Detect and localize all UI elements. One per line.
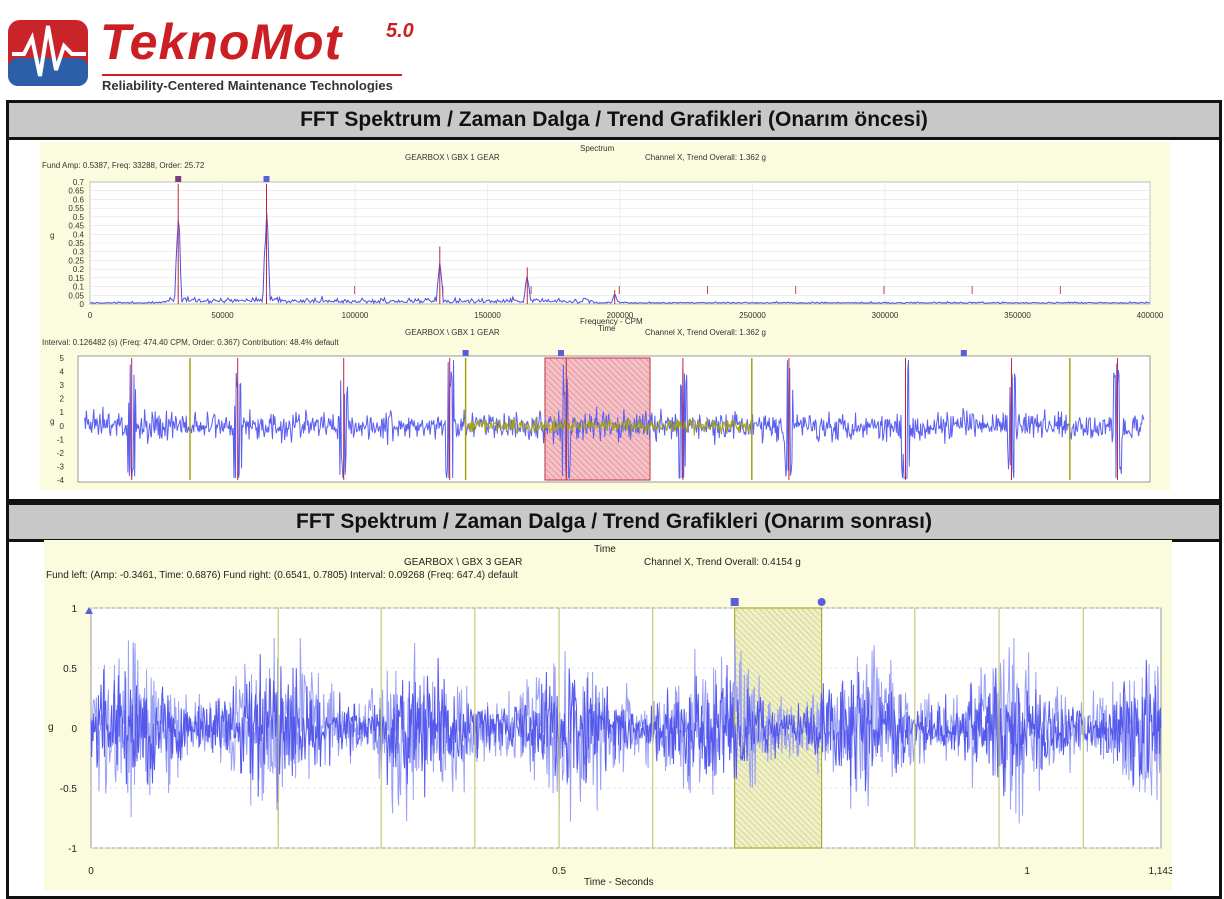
wave-before-cursor-marker	[558, 350, 564, 356]
spectrum-top-label: Spectrum	[580, 144, 615, 153]
wave-before-y-ticks: 5 4 3 2 1 0 -1 -2 -3 -4	[57, 354, 65, 485]
wave-after-channel: Channel X, Trend Overall: 0.4154 g	[644, 557, 801, 568]
wave-before-y-tick-label: -3	[57, 462, 65, 471]
wave-after-y-tick-label: 0.5	[63, 664, 77, 675]
wave-before-y-tick-label: -4	[57, 476, 65, 485]
spectrum-y-tick-label: 0	[80, 300, 85, 309]
wave-after-left-cursor	[730, 598, 739, 606]
spectrum-x-tick-label: 350000	[1004, 311, 1031, 320]
spectrum-x-tick-label: 250000	[739, 311, 766, 320]
wave-after-top-label: Time	[594, 544, 616, 555]
spectrum-cursor-marker	[263, 176, 270, 182]
brand-version: 5.0	[386, 20, 414, 42]
wave-after-y-ticks: 1 0.5 0 -0.5 -1	[60, 604, 78, 855]
spectrum-y-tick-label: 0.3	[73, 248, 85, 257]
wave-before-ylabel: g	[50, 417, 54, 426]
wave-before-y-tick-label: 5	[60, 354, 65, 363]
after-title-band: FFT Spektrum / Zaman Dalga / Trend Grafi…	[6, 502, 1222, 542]
after-title: FFT Spektrum / Zaman Dalga / Trend Grafi…	[296, 510, 932, 533]
waveform-logo-icon	[8, 20, 88, 86]
spectrum-x-tick-label: 100000	[342, 311, 369, 320]
before-chart-panel: Spectrum GEARBOX \ GBX 1 GEAR Channel X,…	[40, 142, 1170, 490]
wave-before-cursor-info: Interval: 0.126482 (s) (Freq: 474.40 CPM…	[42, 338, 339, 347]
wave-after-x-tick-label: 1,143	[1148, 866, 1172, 877]
wave-after-y-tick-label: -1	[68, 844, 77, 855]
wave-after-ylabel: g	[48, 722, 54, 733]
wave-before-cursor-marker	[960, 350, 967, 356]
spectrum-channel: Channel X, Trend Overall: 1.362 g	[645, 153, 766, 162]
wave-after-xlabel: Time - Seconds	[584, 877, 654, 888]
wave-before-header: GEARBOX \ GBX 1 GEAR	[405, 328, 500, 337]
after-chart-panel: Time GEARBOX \ GBX 3 GEAR Channel X, Tre…	[44, 540, 1172, 890]
wave-before-y-tick-label: -1	[57, 435, 65, 444]
spectrum-xlabel-2: Time	[598, 324, 616, 333]
before-title: FFT Spektrum / Zaman Dalga / Trend Grafi…	[300, 108, 928, 131]
wave-after-header: GEARBOX \ GBX 3 GEAR	[404, 557, 522, 568]
spectrum-cursor-info: Fund Amp: 0.5387, Freq: 33288, Order: 25…	[42, 161, 205, 170]
spectrum-x-tick-label: 50000	[211, 311, 234, 320]
spectrum-ylabel: g	[50, 231, 54, 240]
spectrum-x-tick-label: 150000	[474, 311, 501, 320]
spectrum-y-ticks: 00.050.10.150.20.250.30.350.40.450.50.55…	[68, 178, 84, 309]
spectrum-header: GEARBOX \ GBX 1 GEAR	[405, 153, 500, 162]
brand-name: TeknoMot	[100, 14, 343, 70]
wave-after-x-ticks: 0 0.5 1 1,143	[88, 866, 1172, 877]
spectrum-cursor-marker	[175, 176, 182, 182]
wave-after-cursor-info: Fund left: (Amp: -0.3461, Time: 0.6876) …	[46, 570, 518, 581]
before-charts-svg: Spectrum GEARBOX \ GBX 1 GEAR Channel X,…	[42, 144, 1164, 485]
wave-after-right-cursor	[817, 598, 826, 606]
spectrum-y-tick-label: 0.2	[73, 265, 85, 274]
wave-after-y-tick-label: 0	[71, 724, 77, 735]
wave-before-channel: Channel X, Trend Overall: 1.362 g	[645, 328, 766, 337]
brand-tagline: Reliability-Centered Maintenance Technol…	[102, 78, 393, 93]
spectrum-y-tick-label: 0.6	[73, 195, 85, 204]
spectrum-y-tick-label: 0.7	[73, 178, 85, 187]
wave-before-y-tick-label: 3	[60, 381, 65, 390]
spectrum-y-tick-label: 0.55	[68, 204, 84, 213]
spectrum-y-tick-label: 0.15	[68, 274, 84, 283]
spectrum-x-tick-label: 0	[88, 311, 93, 320]
wave-before-y-tick-label: -2	[57, 449, 65, 458]
wave-before-y-tick-label: 0	[60, 422, 65, 431]
spectrum-y-tick-label: 0.5	[73, 213, 85, 222]
spectrum-y-tick-label: 0.25	[68, 256, 84, 265]
wave-after-x-tick-label: 0	[88, 866, 94, 877]
spectrum-x-tick-label: 400000	[1137, 311, 1164, 320]
spectrum-x-tick-label: 300000	[872, 311, 899, 320]
after-chart-svg: Time GEARBOX \ GBX 3 GEAR Channel X, Tre…	[46, 544, 1172, 888]
wave-before-cursor-marker	[462, 350, 469, 356]
wave-before-y-tick-label: 4	[60, 368, 65, 377]
wave-after-x-tick-label: 0.5	[552, 866, 566, 877]
spectrum-y-tick-label: 0.05	[68, 291, 84, 300]
wave-after-y-tick-label: 1	[71, 604, 77, 615]
wave-before-y-tick-label: 1	[60, 408, 65, 417]
wave-before-y-tick-label: 2	[60, 395, 65, 404]
spectrum-y-tick-label: 0.35	[68, 239, 84, 248]
wave-after-y-tick-label: -0.5	[60, 784, 78, 795]
before-title-band: FFT Spektrum / Zaman Dalga / Trend Grafi…	[6, 100, 1222, 140]
spectrum-y-tick-label: 0.1	[73, 283, 85, 292]
spectrum-y-tick-label: 0.65	[68, 187, 84, 196]
brand-rule	[102, 74, 402, 76]
spectrum-y-tick-label: 0.45	[68, 222, 84, 231]
wave-after-x-tick-label: 1	[1024, 866, 1030, 877]
brand-logo: TeknoMot 5.0 Reliability-Centered Mainte…	[6, 12, 446, 98]
spectrum-y-tick-label: 0.4	[73, 230, 85, 239]
